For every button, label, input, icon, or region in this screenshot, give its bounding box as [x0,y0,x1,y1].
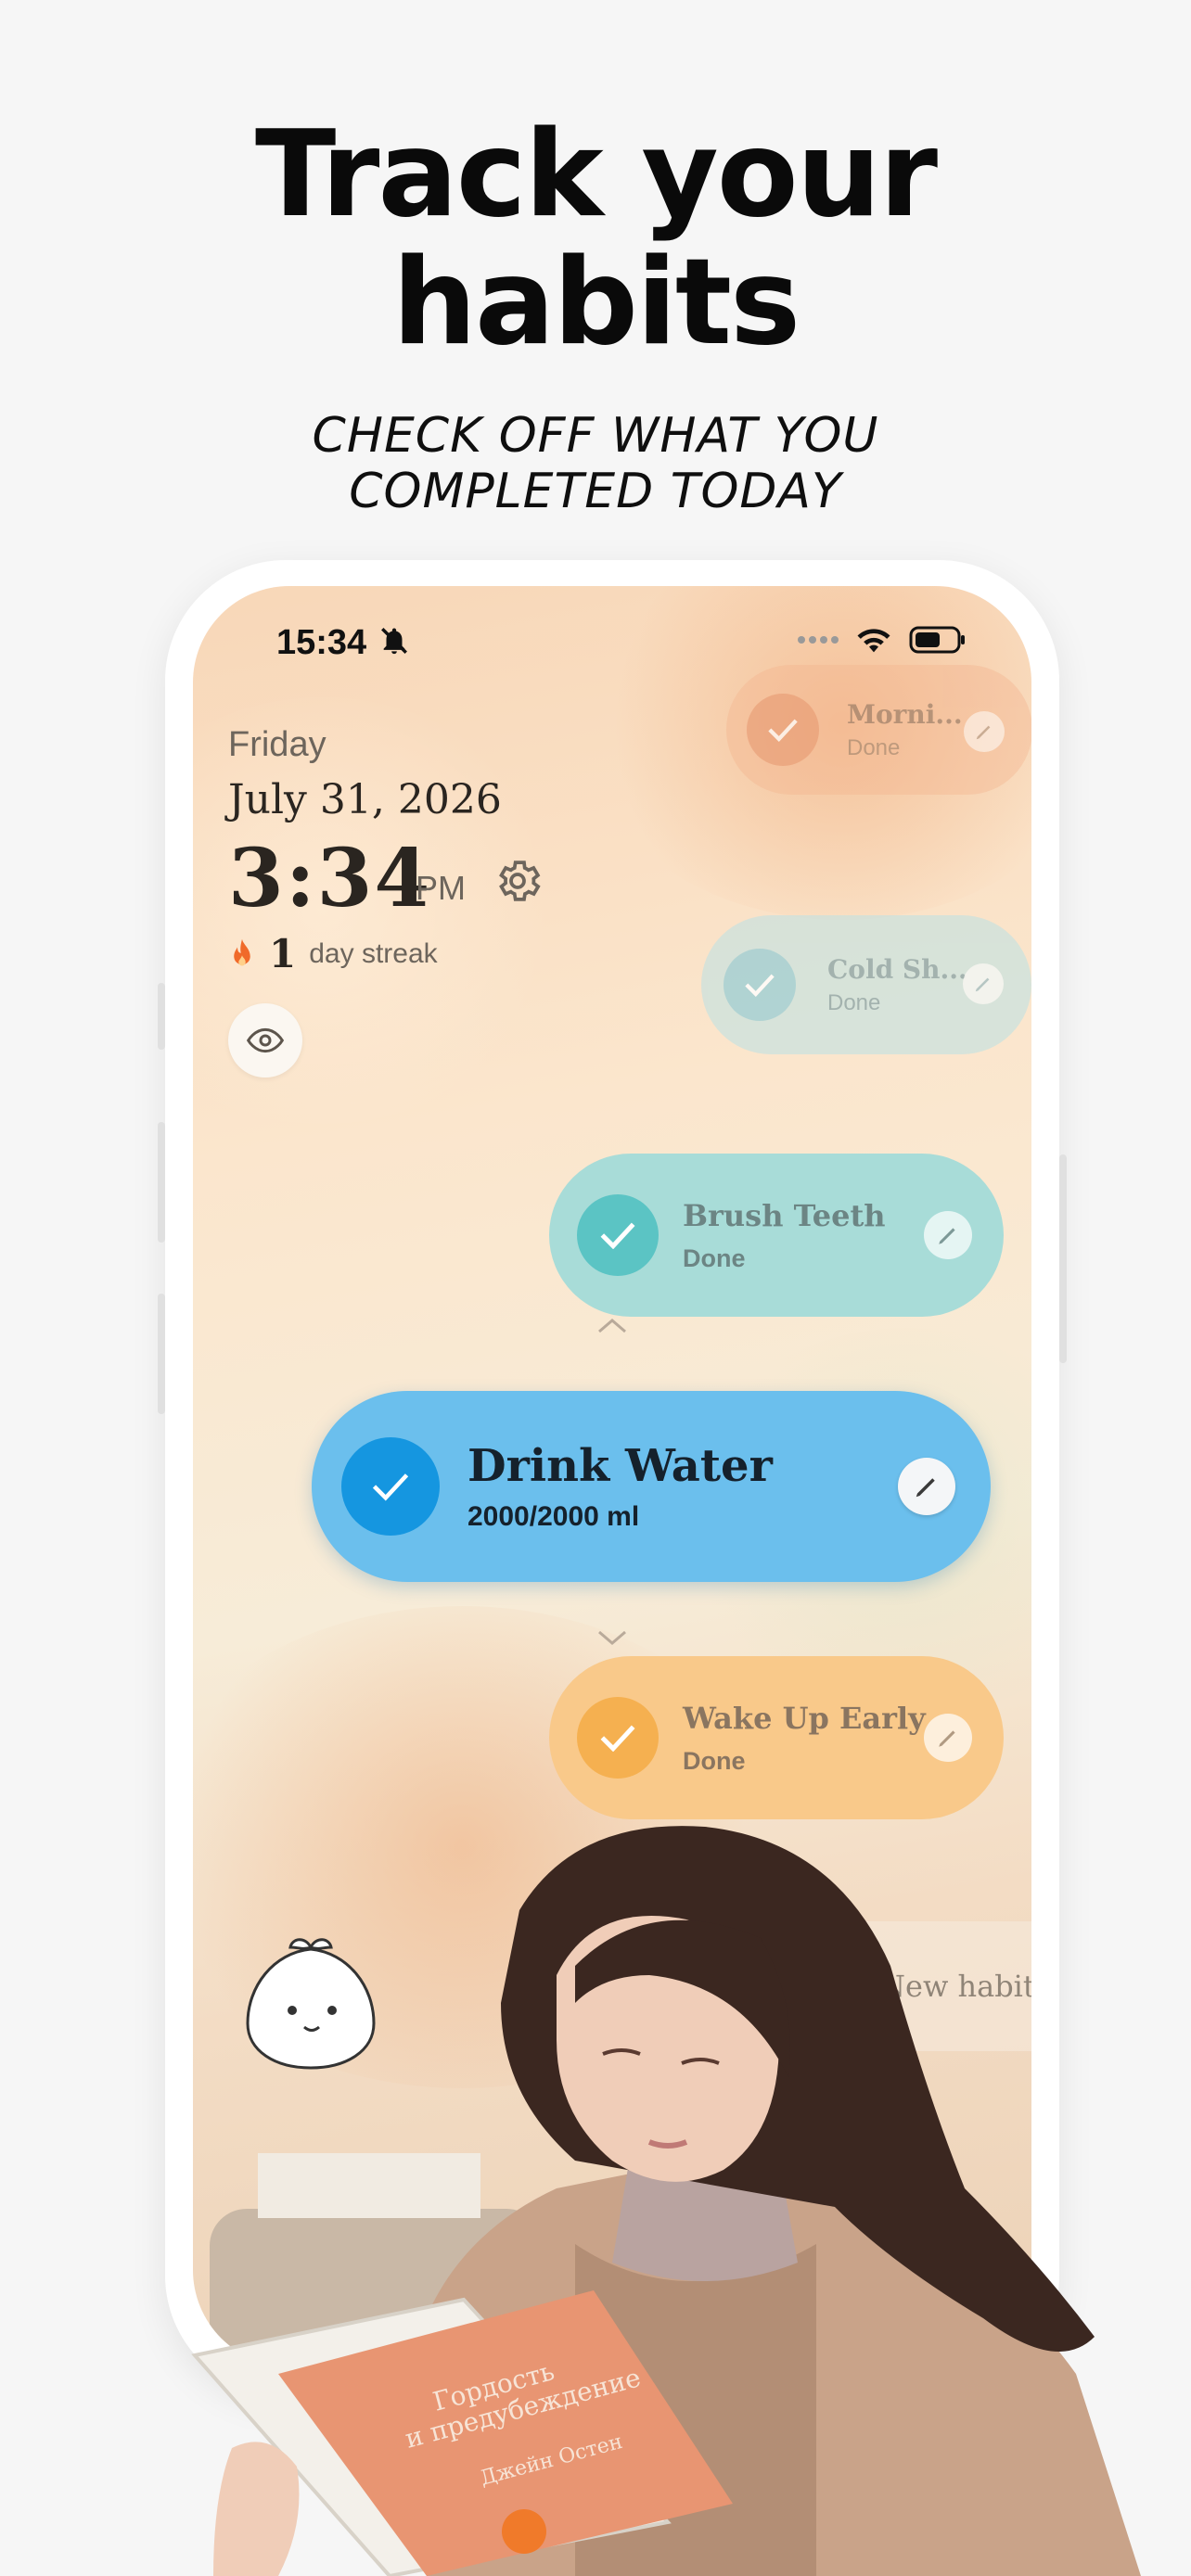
svg-text:Джейн Остен: Джейн Остен [478,2430,625,2491]
check-icon [745,974,775,997]
hero-title: Track your habits [0,111,1191,367]
weekday-label: Friday [228,725,327,764]
edit-habit-button[interactable] [898,1458,955,1515]
hero-title-line-2: habits [391,234,800,372]
streak-label: day streak [309,937,438,969]
habit-check-button[interactable] [341,1437,440,1536]
chevron-down-icon[interactable] [594,1626,631,1649]
wifi-icon [857,629,890,653]
habit-card[interactable]: Cold Sh... Done [701,915,1031,1054]
status-icons [796,625,967,655]
habit-status: Done [683,1243,746,1272]
eye-icon [247,1027,284,1053]
habit-name: Cold Sh... [827,953,967,985]
pencil-icon [976,725,991,740]
streak-count: 1 [269,931,297,976]
planter-top [258,2153,480,2218]
habit-card[interactable]: Morni... Done [726,665,1031,795]
habit-card-active[interactable]: Drink Water 2000/2000 ml [312,1391,991,1582]
habit-status: Done [683,1746,746,1775]
clock-ampm: PM [416,869,466,907]
pencil-icon [975,977,990,992]
habit-check-button[interactable] [747,694,819,766]
edit-habit-button[interactable] [964,711,1005,752]
hero-title-line-1: Track your [255,106,938,244]
dots-icon [798,636,839,644]
hero-subtitle-line-2: COMPLETED TODAY [349,464,842,519]
habit-card[interactable]: Wake Up Early Done [549,1656,1004,1819]
mascot-illustration [246,1938,376,2070]
date-label: July 31, 2026 [228,776,502,823]
battery-icon [909,626,965,654]
check-icon [768,719,798,742]
phone-side-button [158,983,165,1050]
habit-name: Wake Up Early [683,1700,926,1736]
clock-time: 3:34 [228,832,432,925]
gear-icon[interactable] [492,855,544,907]
edit-habit-button[interactable] [924,1714,972,1762]
check-icon [372,1473,409,1501]
pencil-icon [939,1228,955,1244]
phone-side-button [1059,1154,1067,1363]
check-icon [600,1222,635,1249]
habit-check-button[interactable] [724,949,796,1021]
bell-off-icon [381,628,407,655]
chevron-up-icon[interactable] [594,1315,631,1337]
habit-status: Done [847,734,901,760]
habit-check-button[interactable] [577,1194,659,1276]
planter-illustration [210,2209,544,2366]
habit-card[interactable]: Brush Teeth Done [549,1154,1004,1317]
visibility-toggle-button[interactable] [228,1003,302,1078]
flame-icon [234,938,250,965]
edit-habit-button[interactable] [963,963,1004,1004]
habit-progress: 2000/2000 ml [467,1501,640,1532]
pencil-icon [939,1730,955,1747]
habit-name: Morni... [847,698,963,730]
hero-subtitle: CHECK OFF WHAT YOU COMPLETED TODAY [0,408,1191,519]
phone-side-button [158,1122,165,1243]
habit-status: Done [827,989,881,1015]
check-icon [600,1725,635,1752]
pencil-icon [916,1478,935,1498]
phone-side-button [158,1294,165,1414]
streak-row: 1 day streak [228,931,438,976]
new-habit-button[interactable]: New habit [787,1921,1031,2051]
habit-name: Brush Teeth [683,1197,886,1233]
status-time: 15:34 [276,623,367,662]
edit-habit-button[interactable] [924,1211,972,1259]
hero-subtitle-line-1: CHECK OFF WHAT YOU [312,408,879,464]
app-screen: 15:34 Friday July 31, 2026 3:34 PM 1 day… [193,586,1031,2366]
habit-check-button[interactable] [577,1697,659,1779]
habit-name: Drink Water [467,1440,773,1492]
